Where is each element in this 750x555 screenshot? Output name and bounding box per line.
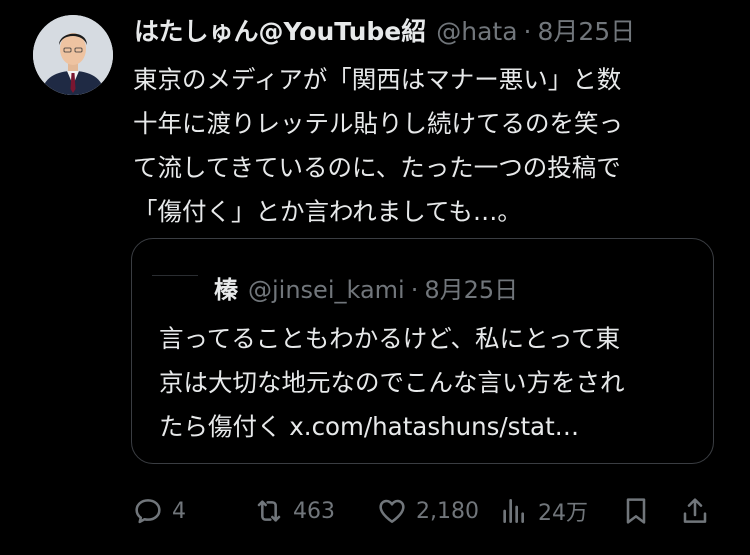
quoted-tweet[interactable]: 榛 @jinsei_kami · 8月25日 言ってることもわかるけど、私にとって東 …	[131, 238, 714, 464]
repost-button[interactable]: 463	[253, 488, 335, 534]
bookmark-icon	[626, 498, 646, 524]
reply-icon	[135, 499, 161, 524]
quote-author-name: 榛	[214, 276, 238, 304]
avatar-portrait	[33, 15, 113, 95]
bookmark-button[interactable]	[620, 488, 652, 534]
views-icon	[503, 499, 524, 523]
quote-avatar	[152, 275, 198, 304]
quote-separator: ·	[410, 276, 419, 304]
action-bar: 4 463 2,180 24万	[0, 488, 750, 534]
repost-count: 463	[293, 498, 335, 524]
like-icon	[379, 499, 405, 523]
views-button[interactable]: 24万	[498, 488, 588, 534]
tweet-header: はたしゅん@YouTube紹 @hata · 8月25日	[134, 14, 700, 50]
quote-date: 8月25日	[424, 276, 519, 304]
repost-icon	[257, 500, 281, 522]
quote-text: 言ってることもわかるけど、私にとって東 京は大切な地元なのでこんな言い方をされ …	[159, 324, 625, 441]
quote-header: 榛 @jinsei_kami · 8月25日	[214, 272, 518, 308]
header-separator: ·	[523, 17, 532, 46]
author-name[interactable]: はたしゅん@YouTube紹	[134, 17, 426, 46]
author-handle[interactable]: @hata	[436, 17, 517, 46]
more-options-button[interactable]	[706, 14, 742, 50]
reply-count: 4	[172, 498, 186, 524]
like-button[interactable]: 2,180	[376, 488, 479, 534]
like-count: 2,180	[416, 498, 479, 524]
reply-button[interactable]: 4	[132, 488, 186, 534]
author-avatar[interactable]	[33, 15, 113, 95]
quote-author-handle: @jinsei_kami	[248, 276, 405, 304]
tweet-date[interactable]: 8月25日	[538, 17, 636, 46]
share-icon	[683, 498, 707, 523]
tweet-text: 東京のメディアが「関西はマナー悪い」と数 十年に渡りレッテル貼りし続けてるのを笑…	[133, 65, 623, 226]
share-button[interactable]	[679, 488, 711, 534]
view-count: 24万	[538, 501, 588, 526]
